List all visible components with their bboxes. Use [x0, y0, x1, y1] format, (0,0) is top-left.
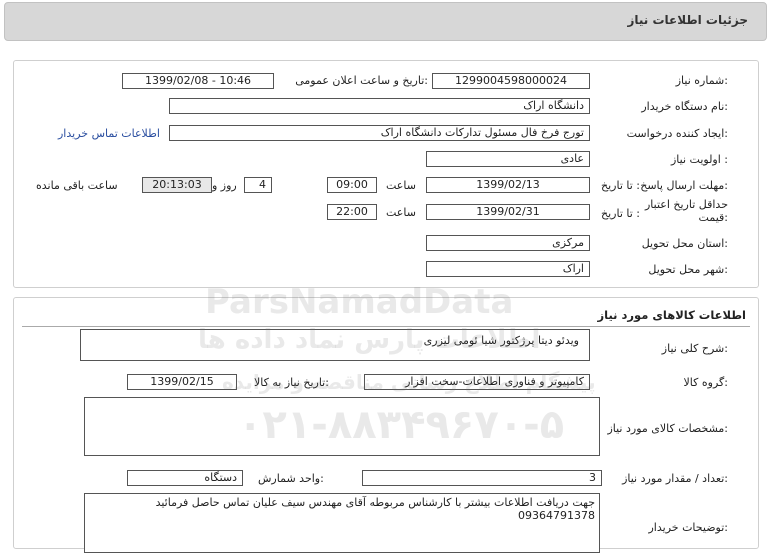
- buyer-notes-line-2: 09364791378: [518, 509, 595, 522]
- goods-group-label: گروه کالا:: [683, 376, 728, 389]
- buyer-notes-field: جهت دریافت اطلاعات بیشتر با کارشناس مربو…: [84, 493, 600, 553]
- validity-label-line2: قیمت:: [698, 211, 728, 224]
- deadline-date-field: 1399/02/13: [426, 177, 590, 193]
- creator-label: ایجاد کننده درخواست:: [626, 127, 728, 140]
- need-info-panel: شماره نیاز: 1299004598000024 تاریخ و ساع…: [13, 60, 759, 288]
- need-date-field: 1399/02/15: [127, 374, 237, 390]
- city-field: اراک: [426, 261, 590, 277]
- need-number-label: شماره نیاز:: [675, 74, 728, 87]
- validity-time-label: ساعت: [386, 206, 416, 219]
- remaining-time-label: ساعت باقی مانده: [36, 179, 118, 192]
- creator-field: تورج فرخ فال مسئول تدارکات دانشگاه اراک: [169, 125, 590, 141]
- deadline-time-label: ساعت: [386, 179, 416, 192]
- specs-label: مشخصات کالای مورد نیاز:: [607, 422, 728, 435]
- buyer-name-label: نام دستگاه خریدار:: [641, 100, 728, 113]
- page-title: جزئیات اطلاعات نیاز: [627, 13, 748, 27]
- province-label: استان محل تحویل:: [641, 237, 728, 250]
- need-date-label: تاریخ نیاز به کالا:: [254, 376, 329, 389]
- buyer-notes-line-1: جهت دریافت اطلاعات بیشتر با کارشناس مربو…: [155, 496, 595, 509]
- need-number-field: 1299004598000024: [432, 73, 590, 89]
- deadline-time-field: 09:00: [327, 177, 377, 193]
- province-field: مرکزی: [426, 235, 590, 251]
- deadline-to-date-label: تا تاریخ :: [601, 179, 640, 192]
- goods-section-title: اطلاعات کالاهای مورد نیاز: [597, 308, 746, 322]
- validity-label-line1: حداقل تاریخ اعتبار: [644, 198, 728, 211]
- buyer-name-field: دانشگاه اراک: [169, 98, 590, 114]
- validity-time-field: 22:00: [327, 204, 377, 220]
- unit-field: دستگاه: [127, 470, 243, 486]
- quantity-field: 3: [362, 470, 602, 486]
- priority-label: اولویت نیاز :: [670, 153, 728, 166]
- unit-label: واحد شمارش:: [258, 472, 324, 485]
- validity-to-date-label: تا تاریخ :: [601, 207, 640, 220]
- deadline-label: مهلت ارسال پاسخ:: [640, 179, 728, 192]
- buyer-notes-label: توضیحات خریدار:: [648, 521, 729, 534]
- days-label: روز و: [212, 179, 237, 192]
- need-description-text: ویدئو دیتا پرژکتور شیا ئومی لیزری: [423, 334, 579, 347]
- validity-label: حداقل تاریخ اعتبار قیمت:: [645, 198, 728, 224]
- priority-field: عادی: [426, 151, 590, 167]
- need-description-field: ویدئو دیتا پرژکتور شیا ئومی لیزری: [80, 329, 590, 361]
- need-description-label: شرح کلی نیاز:: [661, 342, 728, 355]
- city-label: شهر محل تحویل:: [648, 263, 728, 276]
- validity-date-field: 1399/02/31: [426, 204, 590, 220]
- quantity-label: تعداد / مقدار مورد نیاز:: [622, 472, 728, 485]
- remaining-time-field: 20:13:03: [142, 177, 212, 193]
- specs-field: [84, 397, 600, 456]
- section-divider: [22, 326, 750, 327]
- goods-group-field: کامپیوتر و فناوری اطلاعات-سخت افزار: [364, 374, 590, 390]
- goods-panel: اطلاعات کالاهای مورد نیاز شرح کلی نیاز: …: [13, 297, 759, 553]
- buyer-contact-link[interactable]: اطلاعات تماس خریدار: [58, 127, 160, 140]
- announce-date-field: 1399/02/08 - 10:46: [122, 73, 274, 89]
- days-remaining-field: 4: [244, 177, 272, 193]
- announce-date-label: تاریخ و ساعت اعلان عمومی:: [295, 74, 428, 87]
- page-header: جزئیات اطلاعات نیاز: [4, 2, 767, 41]
